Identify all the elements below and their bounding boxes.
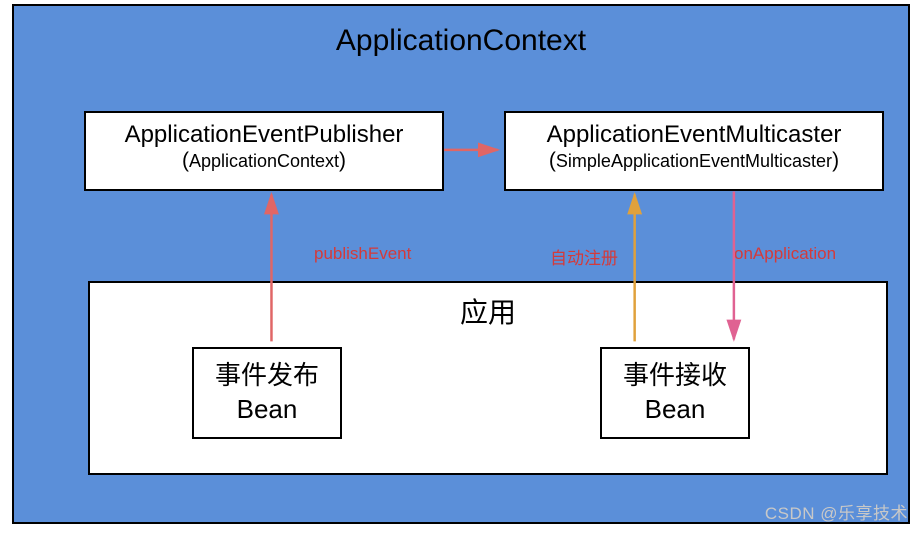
publisher-name: ApplicationEventPublisher [86, 121, 442, 149]
pub-bean-line2: Bean [194, 393, 340, 427]
multicaster-name: ApplicationEventMulticaster [506, 121, 882, 149]
publisher-impl: (ApplicationContext) [86, 149, 442, 173]
publish-event-label: publishEvent [314, 244, 411, 264]
app-container: 应用 事件发布 Bean 事件接收 Bean [88, 281, 888, 475]
pub-bean-line1: 事件发布 [194, 359, 340, 393]
receive-bean-box: 事件接收 Bean [600, 347, 750, 439]
recv-bean-line2: Bean [602, 393, 748, 427]
auto-register-label: 自动注册 [550, 244, 618, 269]
app-title: 应用 [90, 291, 886, 331]
publisher-box: ApplicationEventPublisher (ApplicationCo… [84, 111, 444, 191]
publish-bean-box: 事件发布 Bean [192, 347, 342, 439]
application-context-container: ApplicationContext ApplicationEventPubli… [12, 4, 910, 524]
on-application-label: onApplication [734, 244, 836, 264]
multicaster-impl: (SimpleApplicationEventMulticaster) [506, 149, 882, 173]
diagram-title: ApplicationContext [14, 24, 908, 58]
recv-bean-line1: 事件接收 [602, 359, 748, 393]
watermark: CSDN @乐享技术 [765, 499, 908, 524]
multicaster-box: ApplicationEventMulticaster (SimpleAppli… [504, 111, 884, 191]
